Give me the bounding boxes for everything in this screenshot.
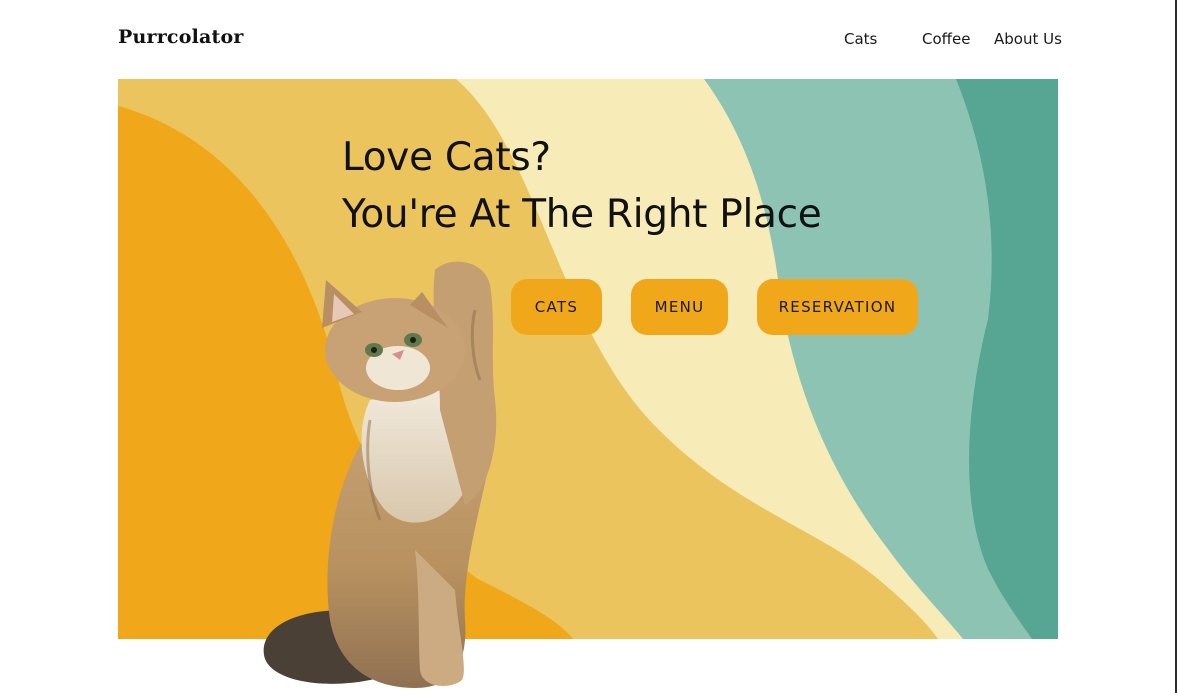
hero-title-line-2: You're At The Right Place (342, 192, 822, 237)
brand-logo[interactable]: Purrcolator (118, 26, 244, 48)
reservation-button[interactable]: RESERVATION (757, 279, 918, 335)
page: Purrcolator Cats Coffee About Us Love Ca… (0, 0, 1177, 693)
hero-title-line-1: Love Cats? (342, 135, 551, 180)
cats-button[interactable]: CATS (511, 279, 602, 335)
menu-button[interactable]: MENU (631, 279, 728, 335)
nav-link-coffee[interactable]: Coffee (922, 30, 970, 48)
nav-link-cats[interactable]: Cats (844, 30, 877, 48)
cat-image (263, 261, 497, 688)
nav-link-about-us[interactable]: About Us (994, 30, 1062, 48)
